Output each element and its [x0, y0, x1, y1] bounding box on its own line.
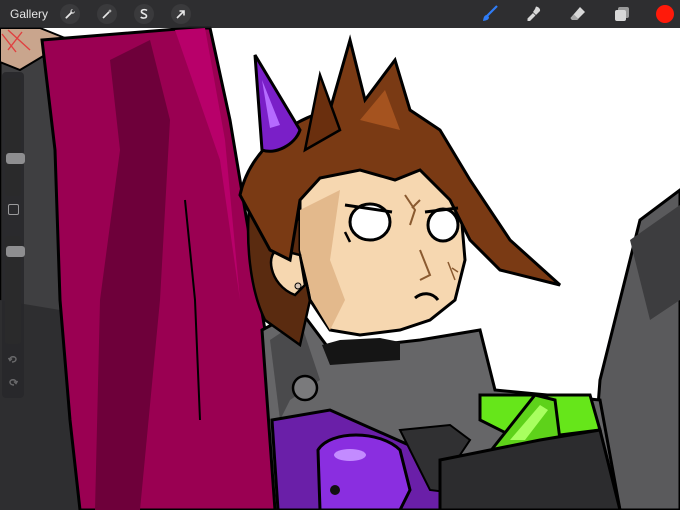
- actions-button[interactable]: [60, 4, 81, 24]
- smudge-button[interactable]: [524, 4, 544, 24]
- transform-button[interactable]: [171, 4, 192, 24]
- purple-pauldron: [316, 433, 412, 510]
- opacity-knob[interactable]: [6, 246, 25, 257]
- gallery-button[interactable]: Gallery: [10, 7, 48, 21]
- brush-button[interactable]: [480, 4, 500, 24]
- pauldron-highlight: [334, 449, 366, 461]
- magic-wand-icon: [102, 9, 113, 19]
- redo-arrow-icon[interactable]: [7, 376, 19, 388]
- right-tool-group: [456, 0, 680, 28]
- sidebar: [2, 72, 25, 398]
- wrench-icon: [65, 8, 76, 19]
- earring: [294, 282, 302, 290]
- layers-icon: [615, 7, 629, 21]
- eraser-icon: [570, 7, 585, 20]
- square-icon[interactable]: [8, 204, 19, 215]
- pauldron-rivet: [330, 485, 340, 495]
- selection-s-icon: [140, 8, 148, 19]
- brush-size-slider[interactable]: [5, 78, 25, 196]
- smudge-icon: [527, 6, 541, 21]
- eye-right: [426, 207, 460, 243]
- opacity-slider[interactable]: [5, 236, 25, 344]
- coat-knot: [291, 374, 319, 402]
- brush-icon: [483, 5, 498, 21]
- undo-arrow-icon[interactable]: [7, 353, 19, 365]
- selection-button[interactable]: [134, 4, 155, 24]
- drawing-canvas[interactable]: [0, 0, 680, 510]
- adjustments-button[interactable]: [97, 4, 118, 24]
- arrow-cursor-icon: [176, 10, 185, 19]
- eraser-button[interactable]: [568, 4, 588, 24]
- top-toolbar: Gallery: [0, 0, 680, 28]
- color-swatch-button[interactable]: [656, 5, 674, 23]
- layers-button[interactable]: [612, 4, 632, 24]
- brush-size-knob[interactable]: [6, 153, 25, 164]
